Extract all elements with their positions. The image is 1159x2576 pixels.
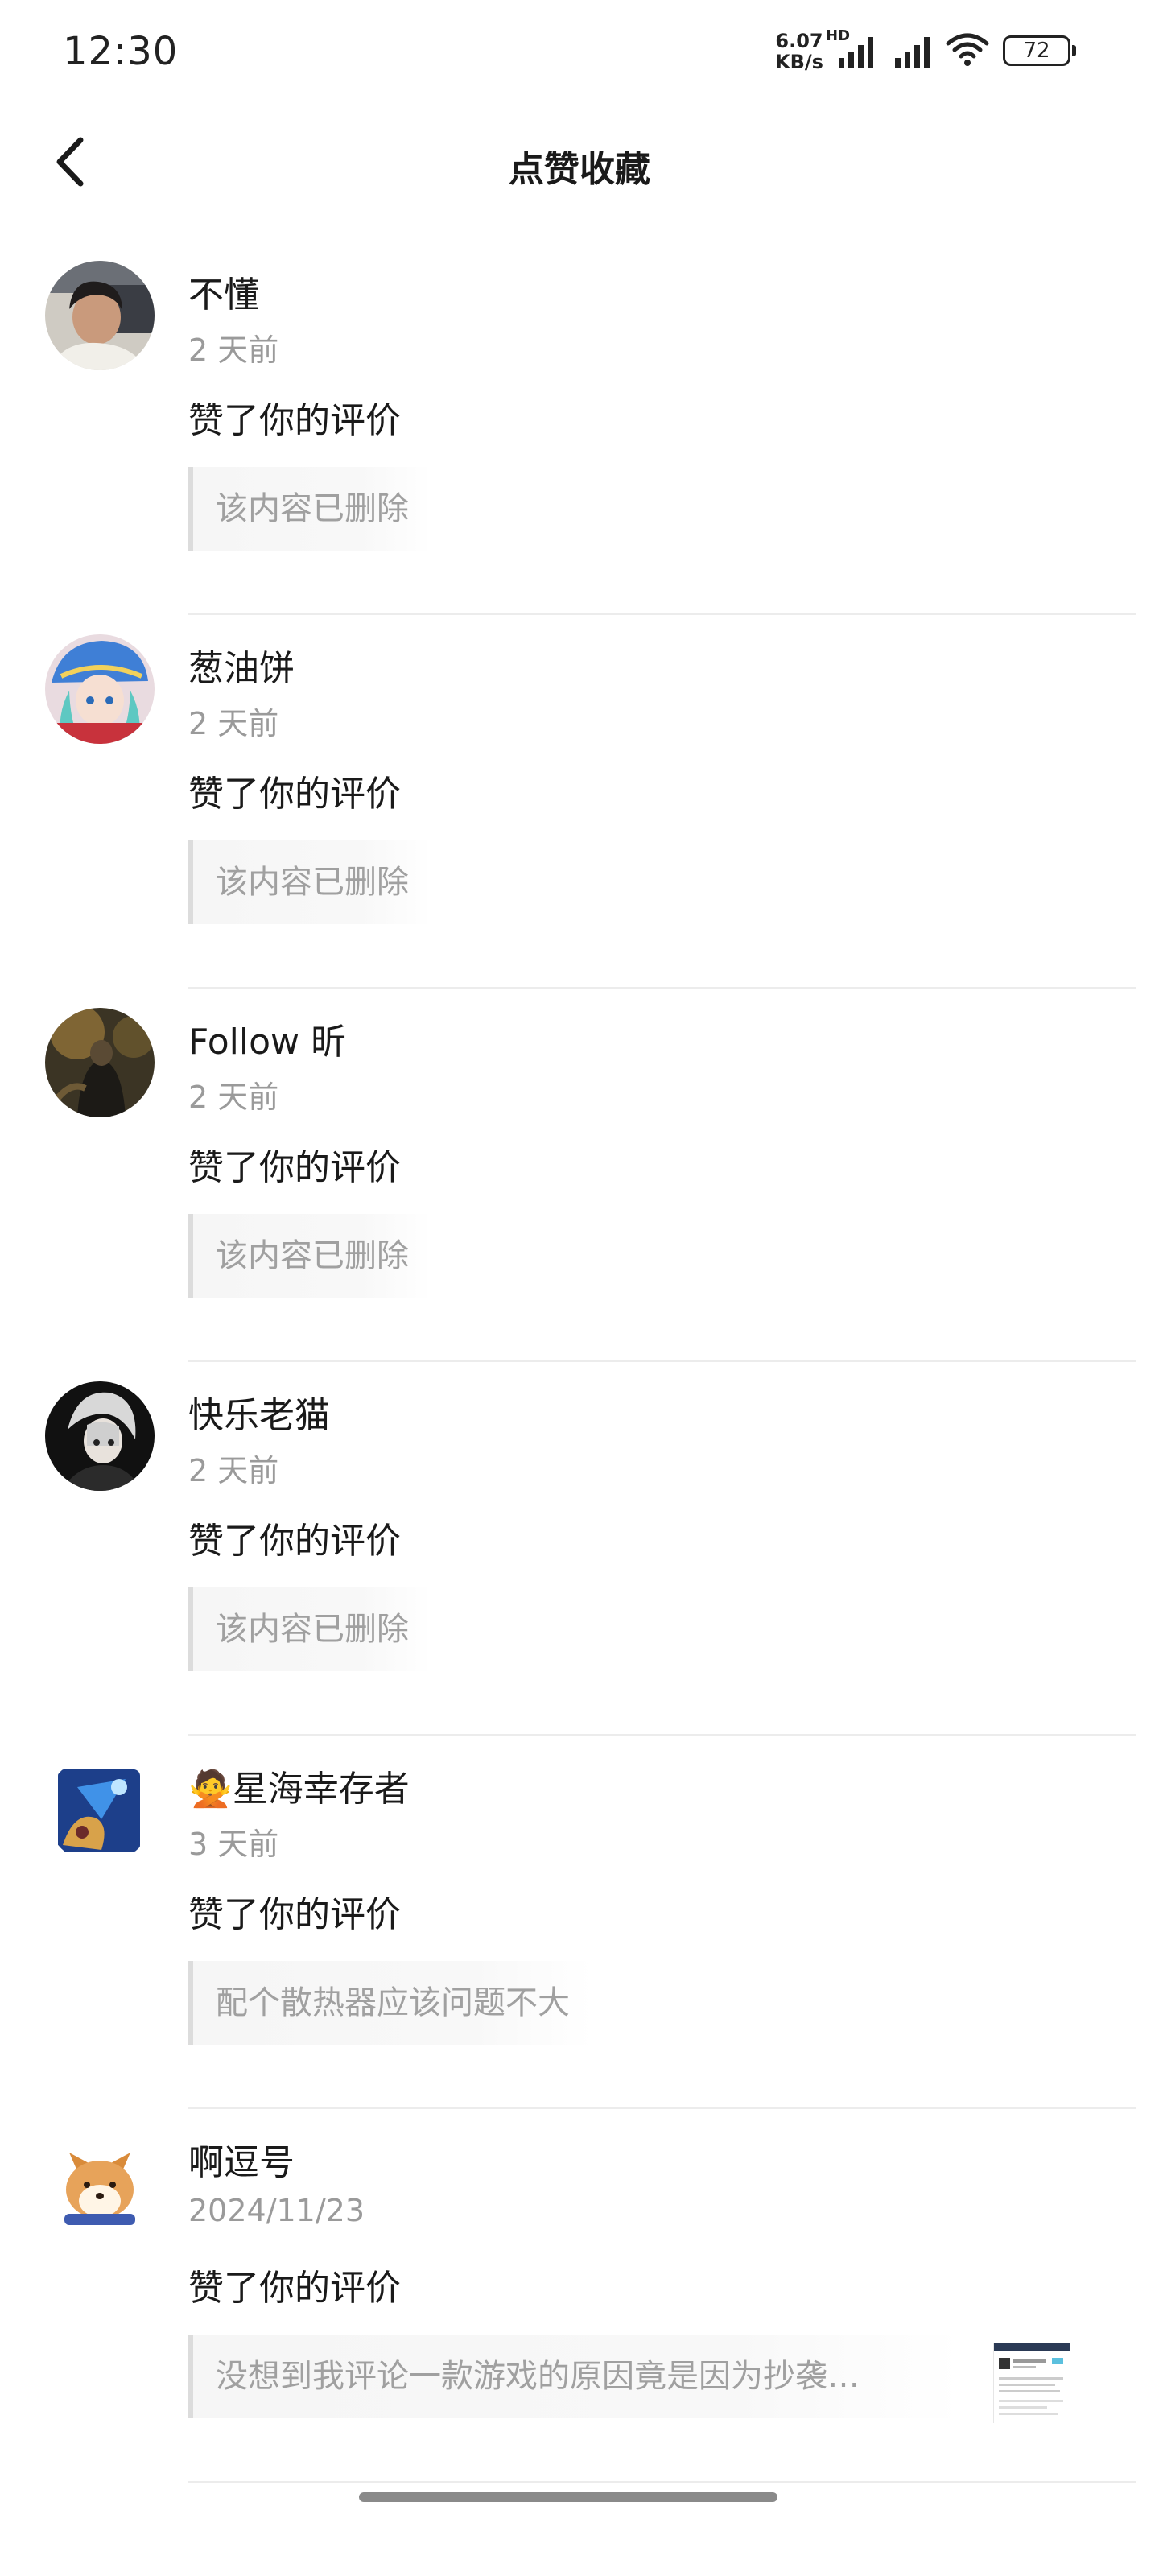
username[interactable]: 啊逗号 [188,2133,295,2185]
list-item[interactable]: 快乐老猫 2 天前 赞了你的评价 该内容已删除 [0,1362,1159,1736]
avatar[interactable] [45,1755,155,1864]
timestamp: 3 天前 [188,1827,279,1862]
list-item[interactable]: 不懂 2 天前 赞了你的评价 该内容已删除 [0,242,1159,615]
status-time: 12:30 [63,29,179,74]
quoted-content[interactable]: 配个散热器应该问题不大 [188,1961,592,2045]
avatar[interactable] [45,634,155,744]
content-thumbnail[interactable] [993,2343,1070,2424]
quoted-content[interactable]: 没想到我评论一款游戏的原因竟是因为抄袭… [188,2334,961,2418]
username[interactable]: 🙅星海幸存者 [188,1760,410,1811]
action-text: 赞了你的评价 [188,1147,401,1188]
status-bar: 12:30 6.07 KB/s HD 72 [0,0,1159,105]
timestamp: 2 天前 [188,706,279,741]
username[interactable]: Follow 昕 [188,1013,346,1064]
action-text: 赞了你的评价 [188,1521,401,1562]
avatar[interactable] [45,2128,155,2238]
action-text: 赞了你的评价 [188,2268,401,2309]
battery-icon: 72 [1003,35,1077,66]
cellular-signal-2-icon [893,31,938,71]
quoted-content[interactable]: 该内容已删除 [188,840,431,924]
avatar[interactable] [45,1381,155,1491]
quoted-content[interactable]: 该内容已删除 [188,1214,431,1298]
wifi-icon [945,32,990,68]
header: 点赞收藏 [0,105,1159,217]
battery-level: 72 [1003,35,1070,66]
page-title: 点赞收藏 [509,149,650,190]
username[interactable]: 葱油饼 [188,639,295,691]
list-item[interactable]: 啊逗号 2024/11/23 赞了你的评价 没想到我评论一款游戏的原因竟是因为抄… [0,2109,1159,2483]
home-indicator[interactable] [359,2492,777,2502]
action-text: 赞了你的评价 [188,774,401,815]
network-speed-value: 6.07 [775,30,823,52]
avatar[interactable] [45,1008,155,1117]
quoted-content[interactable]: 该内容已删除 [188,1587,431,1671]
battery-tip [1072,45,1076,56]
list-item[interactable]: 🙅星海幸存者 3 天前 赞了你的评价 配个散热器应该问题不大 [0,1736,1159,2109]
username[interactable]: 不懂 [188,266,259,317]
username[interactable]: 快乐老猫 [188,1386,330,1438]
timestamp: 2024/11/23 [188,2193,365,2228]
list-item[interactable]: 葱油饼 2 天前 赞了你的评价 该内容已删除 [0,615,1159,989]
cellular-signal-icon: HD [826,27,882,71]
list-item[interactable]: Follow 昕 2 天前 赞了你的评价 该内容已删除 [0,989,1159,1362]
divider [188,2481,1136,2483]
network-speed-unit: KB/s [775,51,823,73]
network-speed: 6.07 KB/s [771,31,827,72]
timestamp: 2 天前 [188,1080,279,1115]
avatar[interactable] [45,261,155,370]
quoted-content[interactable]: 该内容已删除 [188,467,431,551]
action-text: 赞了你的评价 [188,1894,401,1935]
timestamp: 2 天前 [188,1453,279,1488]
notification-list: 不懂 2 天前 赞了你的评价 该内容已删除 葱油饼 2 天前 赞了你的评价 该内… [0,242,1159,2483]
timestamp: 2 天前 [188,332,279,368]
action-text: 赞了你的评价 [188,400,401,441]
